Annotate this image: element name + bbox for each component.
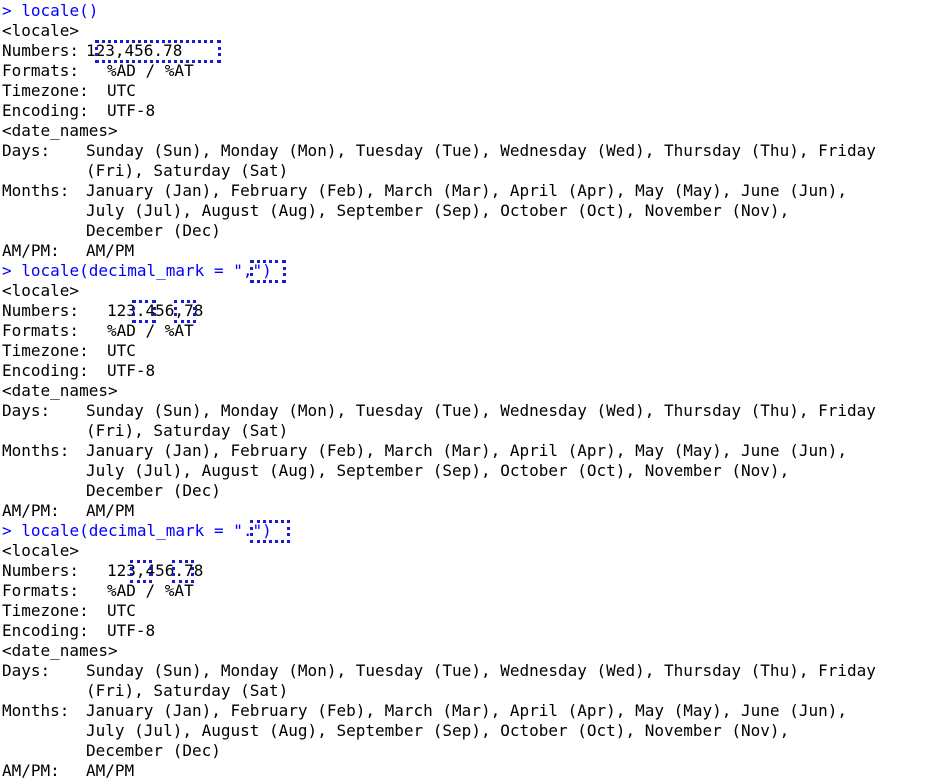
formats-row: Formats: %AD / %AT <box>2 581 945 601</box>
numbers-label: Numbers: <box>2 561 80 580</box>
days-line: (Fri), Saturday (Sat) <box>86 421 289 440</box>
days-label: Days: <box>2 401 51 420</box>
formats-row: Formats: %AD / %AT <box>2 61 945 81</box>
days-row: Days: Sunday (Sun), Monday (Mon), Tuesday… <box>2 141 945 181</box>
timezone-row: Timezone: UTC <box>2 81 945 101</box>
prompt-symbol: > <box>2 521 12 540</box>
encoding-value: UTF-8 <box>107 361 156 380</box>
r-console-output: > locale() <locale> Numbers: 123,456.78 F… <box>2 1 945 781</box>
encoding-value: UTF-8 <box>107 621 156 640</box>
months-row: Months: January (Jan), February (Feb), Ma… <box>2 701 945 761</box>
days-line: (Fri), Saturday (Sat) <box>86 161 289 180</box>
months-line: July (Jul), August (Aug), September (Sep… <box>86 201 790 220</box>
numbers-row: Numbers: 123.456,78 <box>2 301 945 321</box>
locale-header: <locale> <box>2 541 80 560</box>
ampm-value: AM/PM <box>86 761 135 780</box>
formats-label: Formats: <box>2 61 80 80</box>
encoding-value: UTF-8 <box>107 101 156 120</box>
console-command: > locale(decimal_mark = ",") <box>2 261 945 281</box>
days-line: Sunday (Sun), Monday (Mon), Tuesday (Tue… <box>86 661 876 680</box>
timezone-label: Timezone: <box>2 601 89 620</box>
encoding-row: Encoding: UTF-8 <box>2 621 945 641</box>
numbers-label: Numbers: <box>2 301 80 320</box>
formats-row: Formats: %AD / %AT <box>2 321 945 341</box>
encoding-row: Encoding: UTF-8 <box>2 101 945 121</box>
months-row: Months: January (Jan), February (Feb), Ma… <box>2 181 945 241</box>
days-label: Days: <box>2 661 51 680</box>
days-line: Sunday (Sun), Monday (Mon), Tuesday (Tue… <box>86 401 876 420</box>
ampm-value: AM/PM <box>86 501 135 520</box>
ampm-label: AM/PM: <box>2 761 60 780</box>
days-line: (Fri), Saturday (Sat) <box>86 681 289 700</box>
ampm-row: AM/PM: AM/PM <box>2 501 945 521</box>
locale-header: <locale> <box>2 21 80 40</box>
formats-value: %AD / %AT <box>107 581 194 600</box>
numbers-label: Numbers: <box>2 41 80 60</box>
months-row: Months: January (Jan), February (Feb), Ma… <box>2 441 945 501</box>
months-label: Months: <box>2 441 70 460</box>
ampm-value: AM/PM <box>86 241 135 260</box>
numbers-value: 123,456.78 <box>107 561 204 580</box>
months-line: July (Jul), August (Aug), September (Sep… <box>86 461 790 480</box>
formats-value: %AD / %AT <box>107 61 194 80</box>
timezone-label: Timezone: <box>2 341 89 360</box>
date-names-header: <date_names> <box>2 381 118 400</box>
prompt-symbol: > <box>2 1 12 20</box>
timezone-value: UTC <box>107 81 136 100</box>
numbers-row: Numbers: 123,456.78 <box>2 561 945 581</box>
months-line: December (Dec) <box>86 221 221 240</box>
months-line: July (Jul), August (Aug), September (Sep… <box>86 721 790 740</box>
date-names-header: <date_names> <box>2 641 118 660</box>
encoding-label: Encoding: <box>2 361 89 380</box>
formats-label: Formats: <box>2 321 80 340</box>
days-row: Days: Sunday (Sun), Monday (Mon), Tuesday… <box>2 661 945 701</box>
timezone-row: Timezone: UTC <box>2 341 945 361</box>
timezone-label: Timezone: <box>2 81 89 100</box>
months-label: Months: <box>2 181 70 200</box>
days-row: Days: Sunday (Sun), Monday (Mon), Tuesday… <box>2 401 945 441</box>
numbers-value: 123.456,78 <box>107 301 204 320</box>
command-text: locale(decimal_mark = ".") <box>21 521 272 540</box>
days-label: Days: <box>2 141 51 160</box>
months-label: Months: <box>2 701 70 720</box>
ampm-label: AM/PM: <box>2 501 60 520</box>
command-text: locale(decimal_mark = ",") <box>21 261 272 280</box>
console-command: > locale() <box>2 1 945 21</box>
timezone-row: Timezone: UTC <box>2 601 945 621</box>
timezone-value: UTC <box>107 601 136 620</box>
encoding-label: Encoding: <box>2 621 89 640</box>
months-line: December (Dec) <box>86 741 221 760</box>
months-line: January (Jan), February (Feb), March (Ma… <box>86 701 847 720</box>
date-names-header: <date_names> <box>2 121 118 140</box>
numbers-row: Numbers: 123,456.78 <box>2 41 945 61</box>
encoding-label: Encoding: <box>2 101 89 120</box>
formats-label: Formats: <box>2 581 80 600</box>
days-line: Sunday (Sun), Monday (Mon), Tuesday (Tue… <box>86 141 876 160</box>
formats-value: %AD / %AT <box>107 321 194 340</box>
months-line: December (Dec) <box>86 481 221 500</box>
months-line: January (Jan), February (Feb), March (Ma… <box>86 441 847 460</box>
ampm-label: AM/PM: <box>2 241 60 260</box>
numbers-value: 123,456.78 <box>86 41 183 60</box>
prompt-symbol: > <box>2 261 12 280</box>
encoding-row: Encoding: UTF-8 <box>2 361 945 381</box>
months-line: January (Jan), February (Feb), March (Ma… <box>86 181 847 200</box>
console-command: > locale(decimal_mark = ".") <box>2 521 945 541</box>
ampm-row: AM/PM: AM/PM <box>2 241 945 261</box>
locale-header: <locale> <box>2 281 80 300</box>
command-text: locale() <box>21 1 99 20</box>
timezone-value: UTC <box>107 341 136 360</box>
ampm-row: AM/PM: AM/PM <box>2 761 945 781</box>
